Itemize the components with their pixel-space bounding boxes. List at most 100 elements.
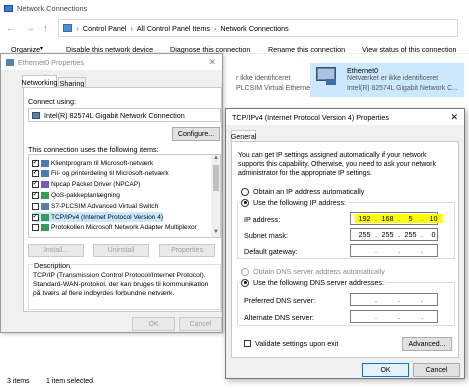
ipv4-ok-button[interactable]: OK: [362, 363, 409, 377]
auto-dns-radio[interactable]: [241, 267, 249, 276]
component-checkbox[interactable]: [32, 212, 39, 221]
breadcrumb-control-panel[interactable]: Control Panel: [83, 24, 127, 33]
scroll-up-icon[interactable]: ▲: [213, 155, 219, 161]
component-item[interactable]: S7-PLCSIM Advanced Virtual Switch: [32, 201, 158, 211]
install-button[interactable]: Install...: [28, 244, 84, 257]
adapter-plcsim[interactable]: r ikke identificeret PLCSIM Virtual Ethe…: [225, 69, 332, 95]
items-list: Klientprogram til Microsoft-netværk Fil- …: [28, 154, 221, 238]
eth-ok-button[interactable]: OK: [132, 317, 175, 331]
back-arrow-icon[interactable]: ←: [6, 23, 16, 34]
tab-general-label: General: [230, 132, 257, 141]
component-item[interactable]: Klientprogram til Microsoft-netværk: [32, 158, 153, 168]
component-item[interactable]: TCP/IPv4 (Internet Protocol Version 4): [32, 212, 164, 222]
component-item[interactable]: Protokollen Microsoft Network Adapter Mu…: [32, 223, 197, 233]
ip-address-field[interactable]: 192. 168. 5. 10: [350, 212, 443, 225]
auto-ip-option[interactable]: Obtain an IP address automatically: [241, 187, 364, 196]
dialog-titlebar: Ethernet0 Properties ✕: [1, 54, 222, 70]
selected-count: 1 item selected: [46, 378, 94, 385]
ipv4-ok-label: OK: [380, 366, 391, 374]
component-item[interactable]: Fil- og printerdeling til Microsoft-netv…: [32, 168, 169, 179]
manual-ip-option[interactable]: Use the following IP address:: [241, 198, 348, 207]
gateway-field[interactable]: . . .: [350, 244, 438, 257]
subnet-mask-field[interactable]: 255. 255. 255. 0: [350, 228, 438, 241]
adapter-ethernet0[interactable]: Ethernet0 Netværket er ikke identificere…: [310, 63, 464, 97]
adapter-ethernet0-status: Netværket er ikke identificeret: [347, 75, 439, 82]
item-count: 3 items: [7, 378, 30, 385]
component-label: Protokollen Microsoft Network Adapter Mu…: [51, 224, 197, 232]
tab-networking-label: Networking: [21, 77, 58, 87]
auto-dns-option[interactable]: Obtain DNS server address automatically: [241, 267, 385, 276]
mask-octet-2: 255: [381, 230, 394, 239]
alternate-dns-dots: . . .: [375, 312, 423, 321]
ipv4-cancel-button[interactable]: Cancel: [413, 363, 460, 377]
description-label: Description: [33, 261, 71, 270]
eth-cancel-button[interactable]: Cancel: [179, 317, 222, 331]
items-scrollbar[interactable]: ▲ ▼: [211, 155, 220, 237]
component-item[interactable]: QoS-pakkeplanlægning: [32, 190, 120, 200]
subnet-mask-value: 255. 255. 255. 0: [355, 230, 443, 239]
manual-ip-radio[interactable]: [241, 198, 249, 207]
alternate-dns-field[interactable]: . . .: [350, 310, 438, 323]
component-label: Klientprogram til Microsoft-netværk: [51, 159, 154, 167]
validate-option[interactable]: Validate settings upon exit: [244, 339, 338, 348]
properties-button[interactable]: Properties: [159, 244, 215, 257]
gateway-dots: . . .: [375, 246, 423, 255]
properties-label: Properties: [171, 247, 203, 254]
description-group: Description TCP/IP (Transmission Control…: [28, 261, 221, 310]
ipv4-dialog-title: TCP/IPv4 (Internet Protocol Version 4) P…: [232, 112, 389, 122]
ipv4-cancel-label: Cancel: [425, 366, 448, 374]
preferred-dns-field[interactable]: . . .: [350, 293, 438, 306]
mask-octet-3: 255: [404, 230, 417, 239]
alternate-dns-label: Alternate DNS server:: [244, 313, 314, 322]
rename-command[interactable]: Rename this connection: [268, 45, 345, 54]
adapter-field: Intel(R) 82574L Gigabit Network Connecti…: [28, 108, 221, 122]
eth-ok-label: OK: [148, 320, 159, 328]
configure-label: Configure...: [177, 130, 215, 138]
component-label: TCP/IPv4 (Internet Protocol Version 4): [51, 213, 164, 221]
up-arrow-icon[interactable]: ↑: [43, 23, 48, 33]
ethernet-adapter-icon: [316, 67, 338, 85]
connect-using-label: Connect using:: [28, 97, 76, 106]
component-item[interactable]: Npcap Packet Driver (NPCAP): [32, 179, 140, 190]
manual-ip-group: Use the following IP address: IP address…: [237, 198, 455, 259]
breadcrumb-network-connections[interactable]: Network Connections: [220, 24, 288, 33]
component-checkbox[interactable]: [32, 168, 39, 178]
component-icon: [41, 191, 49, 199]
component-checkbox[interactable]: [32, 190, 39, 199]
items-label: This connection uses the following items…: [28, 145, 159, 154]
component-checkbox[interactable]: [32, 202, 39, 210]
auto-ip-radio[interactable]: [241, 187, 249, 196]
ip-address-highlight: 192. 168. 5. 10: [355, 214, 443, 223]
mask-octet-1: 255: [358, 230, 371, 239]
mask-octet-4: 0: [431, 230, 436, 239]
view-status-command[interactable]: View status of this connection: [362, 45, 457, 54]
forward-arrow-icon[interactable]: →: [25, 23, 35, 34]
breadcrumb-all-items[interactable]: All Control Panel Items: [137, 24, 210, 33]
component-checkbox[interactable]: [32, 158, 39, 167]
ipv4-close-icon[interactable]: ✕: [450, 112, 458, 123]
close-icon[interactable]: ✕: [208, 57, 216, 68]
scroll-thumb[interactable]: [213, 165, 219, 191]
advanced-button[interactable]: Advanced...: [402, 337, 452, 351]
install-label: Install...: [43, 247, 69, 254]
validate-checkbox[interactable]: [244, 340, 251, 347]
component-icon: [41, 170, 49, 178]
adapter-ethernet0-device: Intel(R) 82574L Gigabit Network C...: [347, 85, 458, 92]
general-panel: You can get IP settings assigned automat…: [231, 141, 459, 358]
auto-dns-label: Obtain DNS server address automatically: [253, 267, 385, 276]
component-icon: [41, 202, 49, 210]
gateway-label: Default gateway:: [244, 247, 298, 256]
ip-octet-4: 10: [429, 214, 438, 223]
manual-dns-radio[interactable]: [241, 278, 249, 287]
manual-dns-group: Use the following DNS server addresses: …: [237, 278, 455, 326]
component-checkbox[interactable]: [32, 179, 39, 189]
configure-button[interactable]: Configure...: [172, 127, 220, 141]
scroll-down-icon[interactable]: ▼: [213, 229, 219, 235]
component-icon: [41, 224, 49, 232]
address-bar[interactable]: › Control Panel › All Control Panel Item…: [57, 19, 458, 37]
component-checkbox[interactable]: [32, 224, 39, 232]
manual-dns-option[interactable]: Use the following DNS server addresses:: [241, 278, 387, 287]
organize-chevron-icon: ▾: [40, 46, 44, 52]
nic-icon: [32, 111, 40, 119]
uninstall-button[interactable]: Uninstall: [93, 244, 149, 257]
